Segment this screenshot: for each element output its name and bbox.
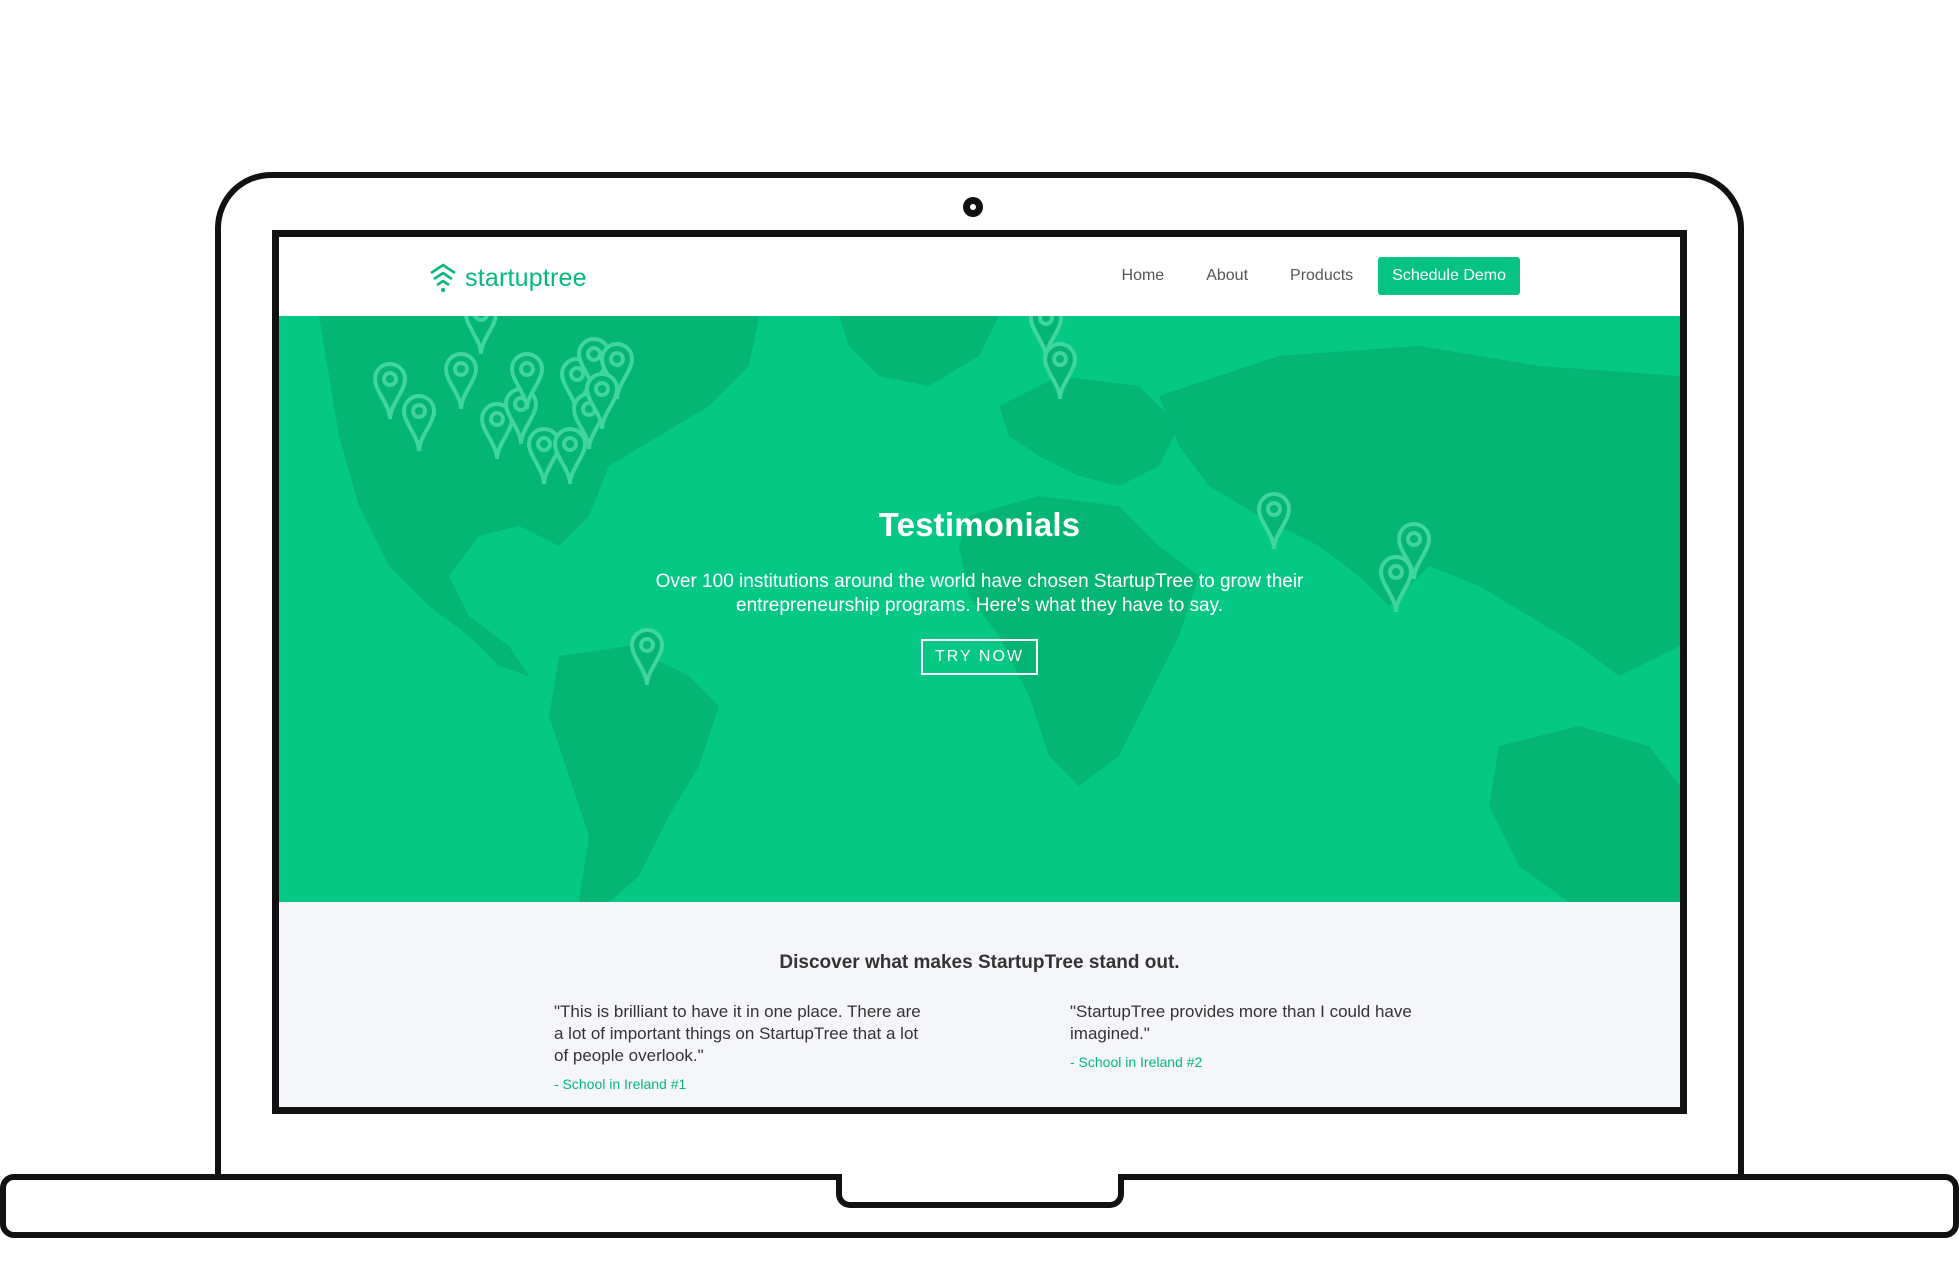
hero-section: Testimonials Over 100 institutions aroun…	[279, 316, 1680, 902]
laptop-screen: startuptree Home About Products Schedule…	[272, 230, 1687, 1114]
testimonial-card: "This is brilliant to have it in one pla…	[554, 1001, 934, 1092]
testimonial-author: - School in Ireland #2	[1070, 1054, 1203, 1070]
hero-title: Testimonials	[878, 506, 1081, 543]
testimonial-author: - School in Ireland #1	[554, 1076, 687, 1092]
testimonial-card: "StartupTree provides more than I could …	[1070, 1001, 1450, 1070]
hero-subtitle: Over 100 institutions around the world h…	[655, 571, 1304, 616]
laptop-notch	[836, 1174, 1124, 1208]
nav-links: Home About Products Schedule Demo	[1101, 257, 1520, 295]
nav-home[interactable]: Home	[1101, 257, 1186, 295]
try-now-button[interactable]: TRY NOW	[921, 639, 1038, 675]
logo[interactable]: startuptree	[429, 263, 587, 293]
webcam-icon	[963, 197, 983, 217]
navbar: startuptree Home About Products Schedule…	[279, 237, 1680, 316]
testimonials-section: Discover what makes StartupTree stand ou…	[279, 902, 1680, 1107]
testimonial-quote: "This is brilliant to have it in one pla…	[554, 1002, 921, 1065]
schedule-demo-button[interactable]: Schedule Demo	[1378, 257, 1520, 295]
testimonial-quote: "StartupTree provides more than I could …	[1070, 1002, 1412, 1043]
website-viewport: startuptree Home About Products Schedule…	[279, 237, 1680, 1107]
laptop-mockup: startuptree Home About Products Schedule…	[0, 0, 1959, 1264]
logo-text: startuptree	[465, 263, 587, 292]
nav-about[interactable]: About	[1185, 257, 1269, 295]
nav-products[interactable]: Products	[1269, 257, 1374, 295]
hero-content: Testimonials Over 100 institutions aroun…	[279, 506, 1680, 675]
testimonials-heading: Discover what makes StartupTree stand ou…	[779, 952, 1180, 973]
startuptree-logo-icon	[430, 263, 456, 292]
